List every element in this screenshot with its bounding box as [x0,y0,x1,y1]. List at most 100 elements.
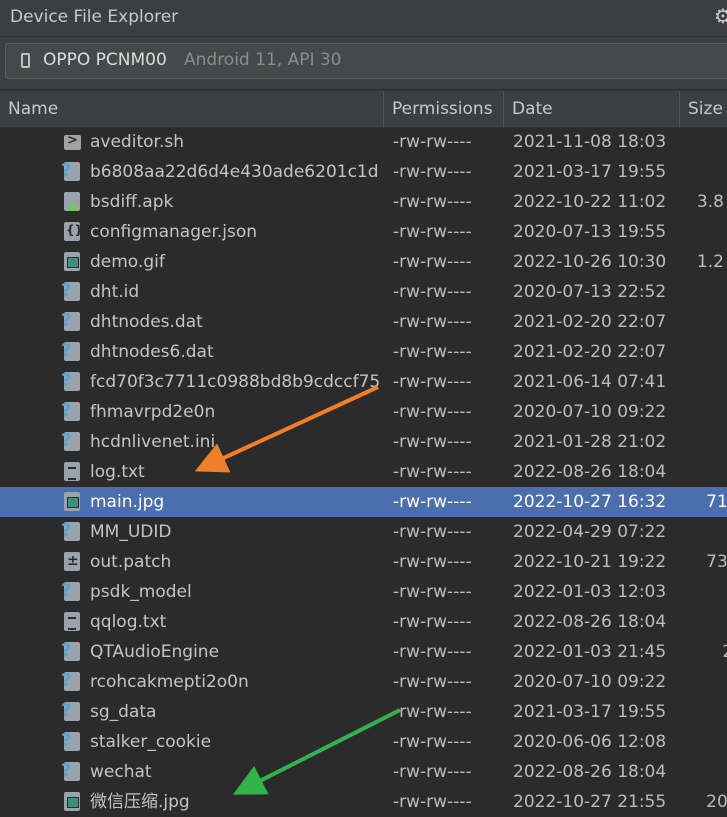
file-permissions: -rw-rw---- [393,312,472,332]
table-row[interactable]: b6808aa22d6d4e430ade6201c1d -rw-rw---- 202… [0,156,727,187]
gear-icon[interactable]: ⚙ [714,4,727,28]
table-row[interactable]: demo.gif -rw-rw---- 2022-10-26 10:30 1.2 M [0,247,727,277]
file-name: dhtnodes.dat [90,312,203,332]
file-name: main.jpg [90,492,165,512]
file-size: 5 [684,457,727,487]
table-row[interactable]: out.patch -rw-rw---- 2022-10-21 19:22 73.9 [0,546,727,577]
window-title: Device File Explorer [10,7,179,27]
table-row[interactable]: hcdnlivenet.ini -rw-rw---- 2021-01-28 21:0… [0,426,727,457]
file-name: demo.gif [90,252,165,272]
file-date: 2021-01-28 21:02 [513,432,667,452]
image-file-icon [64,252,80,271]
file-size: 6 [684,367,727,397]
file-size: 3.8 M [696,192,727,212]
unknown-file-icon [61,336,80,366]
file-permissions: -rw-rw---- [393,582,472,602]
table-row[interactable]: bsdiff.apk -rw-rw---- 2022-10-22 11:02 3.8 … [0,187,727,217]
table-row[interactable]: 微信压缩.jpg -rw-rw---- 2022-10-27 21:55 20.7 [0,787,727,817]
file-date: 2022-08-26 18:04 [513,612,667,632]
table-row[interactable]: rcohcakmepti2o0n -rw-rw---- 2020-07-10 09:… [0,666,727,697]
file-permissions: -rw-rw---- [393,552,472,572]
android-apk-icon [64,192,80,211]
column-header-name[interactable]: Name [0,91,384,127]
file-name: 微信压缩.jpg [90,792,190,812]
file-size: 8 [684,397,727,427]
file-size: 8 [684,427,727,457]
table-row[interactable]: MM_UDID -rw-rw---- 2022-04-29 07:22 3 [0,516,727,547]
unknown-file-icon [61,276,80,306]
file-size: 5 [684,757,727,787]
unknown-file-icon [61,306,80,336]
file-name: sg_data [90,702,157,722]
unknown-file-icon [61,156,80,186]
unknown-file-icon [61,396,80,426]
file-date: 2022-01-03 12:03 [513,582,667,602]
file-permissions: -rw-rw---- [393,372,472,392]
table-row[interactable]: configmanager.json -rw-rw---- 2020-07-13 1… [0,215,727,247]
file-size: 2 [684,277,727,307]
file-permissions: -rw-rw---- [393,462,472,482]
tool-window-titlebar: Device File Explorer ⚙ [0,0,727,37]
file-date: 2021-11-08 18:03 [513,132,667,152]
unknown-file-icon [61,696,80,726]
file-size: 1.2 M [696,252,727,272]
file-name: stalker_cookie [90,732,212,752]
unknown-file-icon [61,726,80,756]
device-selector[interactable]: OPPO PCNM00 Android 11, API 30 [5,43,727,79]
table-row[interactable]: psdk_model -rw-rw---- 2022-01-03 12:03 2 [0,576,727,607]
unknown-file-icon [61,516,80,546]
file-name: dhtnodes6.dat [90,342,214,362]
file-size: 73.9 [706,552,727,572]
file-date: 2021-03-17 19:55 [513,162,667,182]
table-row[interactable]: log.txt -rw-rw---- 2022-08-26 18:04 5 [0,457,727,487]
file-date: 2022-08-26 18:04 [513,462,667,482]
file-size: 3 [684,517,727,547]
file-permissions: -rw-rw---- [393,162,472,182]
file-size: 1 [684,667,727,697]
phone-icon [21,53,30,68]
table-row[interactable]: wechat -rw-rw---- 2022-08-26 18:04 5 [0,756,727,787]
file-size: 20.7 [706,792,727,812]
file-size: 5 [684,607,727,637]
patch-file-icon [64,546,80,576]
file-date: 2020-07-10 09:22 [513,402,667,422]
file-name: b6808aa22d6d4e430ade6201c1d [90,162,379,182]
file-permissions: -rw-rw---- [393,222,472,242]
file-name: hcdnlivenet.ini [90,432,216,452]
json-file-icon [64,215,83,245]
table-row[interactable]: aveditor.sh -rw-rw---- 2021-11-08 18:03 [0,126,727,157]
table-row[interactable]: stalker_cookie -rw-rw---- 2020-06-06 12:08… [0,726,727,757]
table-row[interactable]: main.jpg -rw-rw---- 2022-10-27 16:32 71.4 [0,487,727,517]
file-date: 2021-06-14 07:41 [513,372,667,392]
table-row[interactable]: QTAudioEngine -rw-rw---- 2022-01-03 21:45 2… [0,636,727,667]
file-permissions: -rw-rw---- [393,192,472,212]
table-row[interactable]: dhtnodes6.dat -rw-rw---- 2021-02-20 22:07 [0,336,727,367]
device-selector-bar: OPPO PCNM00 Android 11, API 30 [0,37,727,89]
file-date: 2022-10-21 19:22 [513,552,667,572]
table-row[interactable]: sg_data -rw-rw---- 2021-03-17 19:55 [0,696,727,727]
unknown-file-icon [61,666,80,696]
file-name: qqlog.txt [90,612,167,632]
column-header-date[interactable]: Date [504,91,680,127]
file-name: MM_UDID [90,522,172,542]
file-size: 71.4 [706,492,727,512]
table-row[interactable]: fhmavrpd2e0n -rw-rw---- 2020-07-10 09:22 8 [0,396,727,427]
column-header-permissions[interactable]: Permissions [384,91,504,127]
table-row[interactable]: fcd70f3c7711c0988bd8b9cdccf75 -rw-rw---- 2… [0,366,727,397]
device-name: OPPO PCNM00 [43,50,167,70]
file-permissions: -rw-rw---- [393,672,472,692]
file-permissions: -rw-rw---- [393,522,472,542]
file-permissions: -rw-rw---- [393,762,472,782]
file-name: dht.id [90,282,140,302]
file-date: 2022-10-26 10:30 [513,252,667,272]
file-name: QTAudioEngine [90,642,220,662]
column-header-size[interactable]: Size [680,91,727,127]
table-row[interactable]: dhtnodes.dat -rw-rw---- 2021-02-20 22:07 [0,306,727,337]
file-date: 2022-10-22 11:02 [513,192,667,212]
file-date: 2020-06-06 12:08 [513,732,667,752]
file-permissions: -rw-rw---- [393,342,472,362]
table-row[interactable]: qqlog.txt -rw-rw---- 2022-08-26 18:04 5 [0,607,727,637]
file-name: fhmavrpd2e0n [90,402,216,422]
file-list: aveditor.sh -rw-rw---- 2021-11-08 18:03 b68… [0,126,727,817]
table-row[interactable]: dht.id -rw-rw---- 2020-07-13 22:52 2 [0,276,727,307]
